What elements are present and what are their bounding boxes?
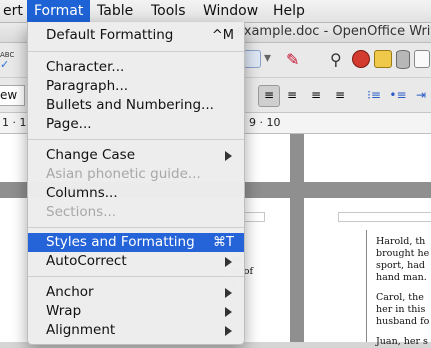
menu-window[interactable]: Window bbox=[196, 0, 265, 22]
menu-item-columns[interactable]: Columns... bbox=[28, 184, 244, 203]
submenu-arrow-icon bbox=[225, 257, 232, 267]
page-top-right bbox=[304, 134, 431, 182]
doc-line: Carol, the bbox=[376, 292, 424, 303]
menu-item-label: Columns... bbox=[46, 185, 118, 201]
doc-line: husband fo bbox=[376, 316, 430, 327]
menu-item-asian-phonetic-guide: Asian phonetic guide... bbox=[28, 165, 244, 184]
menu-item-label: Change Case bbox=[46, 147, 136, 163]
indent-icon[interactable]: ⇥ bbox=[411, 85, 431, 105]
shortcut-label: ^M bbox=[211, 28, 234, 43]
gallery-icon[interactable] bbox=[374, 50, 392, 68]
menu-item-label: Alignment bbox=[46, 322, 116, 338]
menu-bar: ert Format Table Tools Window Help bbox=[0, 0, 431, 23]
doc-line: sport, had bbox=[376, 260, 425, 271]
menu-item-change-case[interactable]: Change Case bbox=[28, 146, 244, 165]
ruler-right-ticks: · 9 · 10 bbox=[242, 116, 281, 129]
nonprinting-chars-icon[interactable] bbox=[414, 50, 430, 68]
doc-line: brought he bbox=[376, 248, 430, 259]
table-icon[interactable] bbox=[243, 50, 261, 68]
menu-table[interactable]: Table bbox=[90, 0, 140, 22]
menu-item-autocorrect[interactable]: AutoCorrect bbox=[28, 252, 244, 271]
menu-item-label: Wrap bbox=[46, 303, 82, 319]
window-title: example.doc - OpenOffice Write bbox=[236, 24, 431, 39]
menu-item-page[interactable]: Page... bbox=[28, 115, 244, 134]
page-right[interactable]: Harold, th brought he sport, had hand ma… bbox=[304, 198, 431, 347]
database-icon[interactable] bbox=[396, 50, 410, 69]
submenu-arrow-icon bbox=[225, 151, 232, 161]
spellcheck-icon[interactable]: ABC ✓ bbox=[0, 50, 20, 70]
menu-item-label: Page... bbox=[46, 116, 92, 132]
menu-separator bbox=[28, 139, 244, 140]
menu-tools[interactable]: Tools bbox=[144, 0, 193, 22]
numbering-icon[interactable]: ⁝≡ bbox=[364, 85, 384, 105]
menu-item-label: AutoCorrect bbox=[46, 253, 127, 269]
submenu-arrow-icon bbox=[225, 326, 232, 336]
draw-icon[interactable]: ✎ bbox=[286, 50, 306, 70]
menu-separator bbox=[28, 276, 244, 277]
menu-insert[interactable]: ert bbox=[0, 0, 30, 22]
menu-item-default-formatting[interactable]: Default Formatting ^M bbox=[28, 26, 244, 45]
menu-item-label: Paragraph... bbox=[46, 78, 129, 94]
doc-line: hand man. bbox=[376, 272, 427, 283]
menu-format[interactable]: Format bbox=[27, 0, 91, 22]
menu-item-label: Character... bbox=[46, 59, 125, 75]
menu-item-styles-formatting[interactable]: Styles and Formatting ⌘T bbox=[28, 233, 244, 252]
align-left-icon[interactable]: ≡ bbox=[258, 85, 280, 107]
menu-item-anchor[interactable]: Anchor bbox=[28, 283, 244, 302]
text-boundary bbox=[366, 230, 367, 342]
menu-separator bbox=[28, 51, 244, 52]
menu-item-character[interactable]: Character... bbox=[28, 58, 244, 77]
doc-line: Harold, th bbox=[376, 236, 426, 247]
paragraph-style-box[interactable]: ew F bbox=[0, 85, 25, 106]
doc-line: her in this bbox=[376, 304, 426, 315]
align-right-icon[interactable]: ≡ bbox=[306, 85, 326, 105]
submenu-arrow-icon bbox=[225, 307, 232, 317]
dropdown-arrow-icon[interactable]: ▾ bbox=[264, 50, 284, 70]
submenu-arrow-icon bbox=[225, 288, 232, 298]
shortcut-label: ⌘T bbox=[213, 235, 234, 250]
paragraph-style-value: ew F bbox=[0, 88, 18, 102]
navigator-icon[interactable] bbox=[352, 50, 370, 68]
format-menu: Default Formatting ^M Character... Parag… bbox=[27, 22, 245, 345]
menu-item-label: Bullets and Numbering... bbox=[46, 97, 214, 113]
menu-item-paragraph[interactable]: Paragraph... bbox=[28, 77, 244, 96]
menu-item-wrap[interactable]: Wrap bbox=[28, 302, 244, 321]
find-icon[interactable]: ⚲ bbox=[330, 50, 350, 70]
menu-item-label: Sections... bbox=[46, 204, 117, 220]
menu-item-label: Anchor bbox=[46, 284, 94, 300]
menu-item-label: Styles and Formatting bbox=[46, 234, 195, 250]
menu-separator bbox=[28, 227, 244, 228]
menu-item-bullets-numbering[interactable]: Bullets and Numbering... bbox=[28, 96, 244, 115]
bullets-icon[interactable]: •≡ bbox=[388, 85, 408, 105]
align-center-icon[interactable]: ≡ bbox=[282, 85, 302, 105]
header-area bbox=[338, 212, 431, 222]
menu-item-label: Default Formatting bbox=[46, 27, 174, 43]
menu-item-alignment[interactable]: Alignment bbox=[28, 321, 244, 340]
menu-help[interactable]: Help bbox=[266, 0, 312, 22]
justify-icon[interactable]: ≡ bbox=[330, 85, 350, 105]
menu-item-sections: Sections... bbox=[28, 203, 244, 222]
menu-item-label: Asian phonetic guide... bbox=[46, 166, 201, 182]
